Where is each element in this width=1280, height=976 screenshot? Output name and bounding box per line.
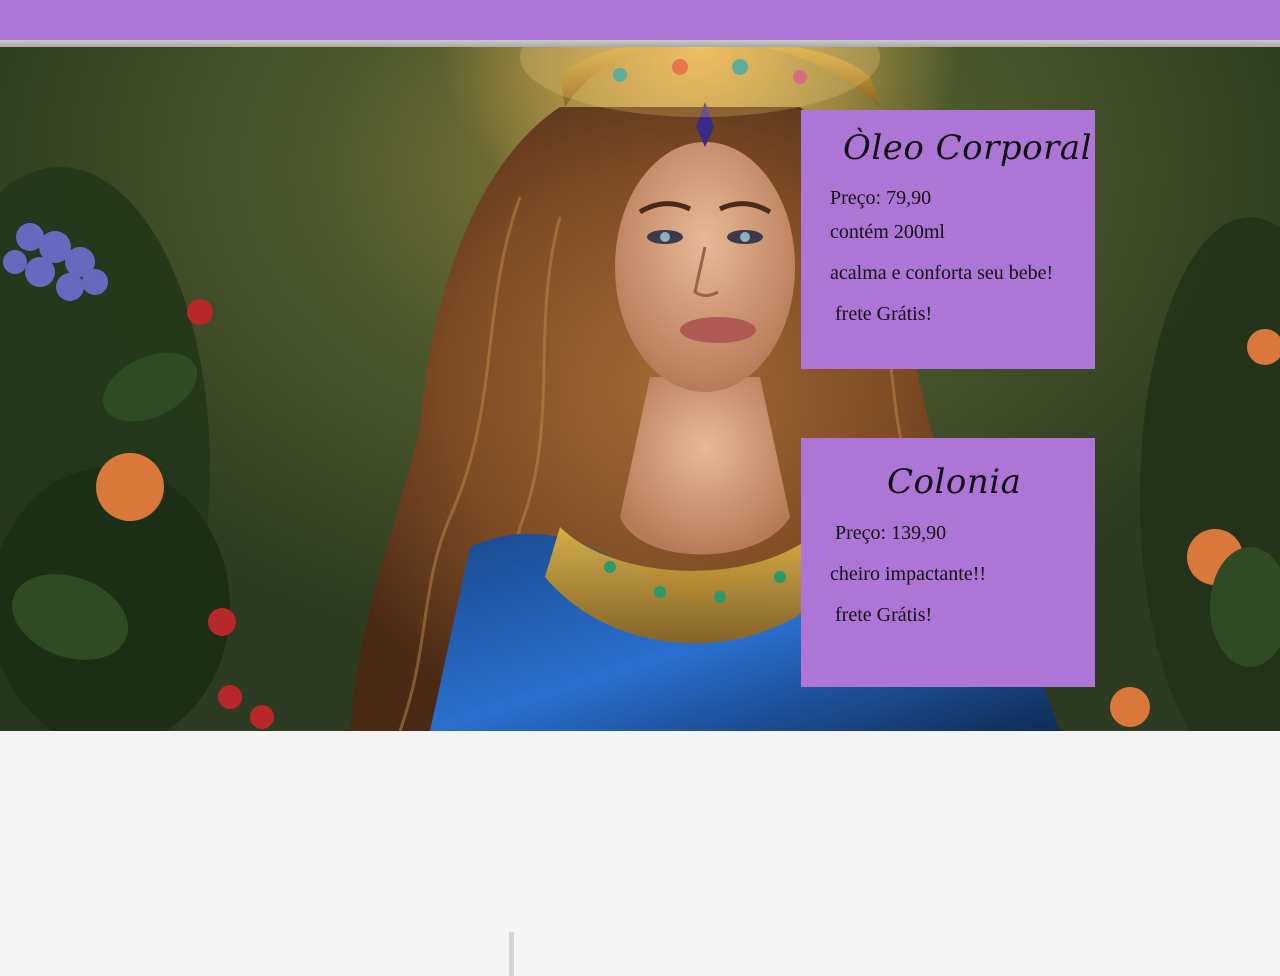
vertical-divider [509, 932, 514, 976]
product-description: cheiro impactante!! [830, 563, 987, 585]
product-price: Preço: 139,90 [830, 522, 947, 544]
product-volume: contém 200ml [830, 221, 945, 243]
product-description: acalma e conforta seu bebe! [830, 262, 1054, 284]
top-bar [0, 0, 1280, 40]
product-title: Colonia [887, 462, 1022, 502]
product-card-colonia: Colonia Preço: 139,90 cheiro impactante!… [801, 438, 1095, 687]
product-card-oleo-corporal: Òleo Corporal Preço: 79,90 contém 200ml … [801, 110, 1095, 369]
product-title: Òleo Corporal [843, 128, 1093, 168]
product-shipping: frete Grátis! [830, 303, 933, 325]
product-price: Preço: 79,90 [830, 187, 932, 209]
product-shipping: frete Grátis! [830, 604, 933, 626]
top-bar-divider [0, 40, 1280, 47]
